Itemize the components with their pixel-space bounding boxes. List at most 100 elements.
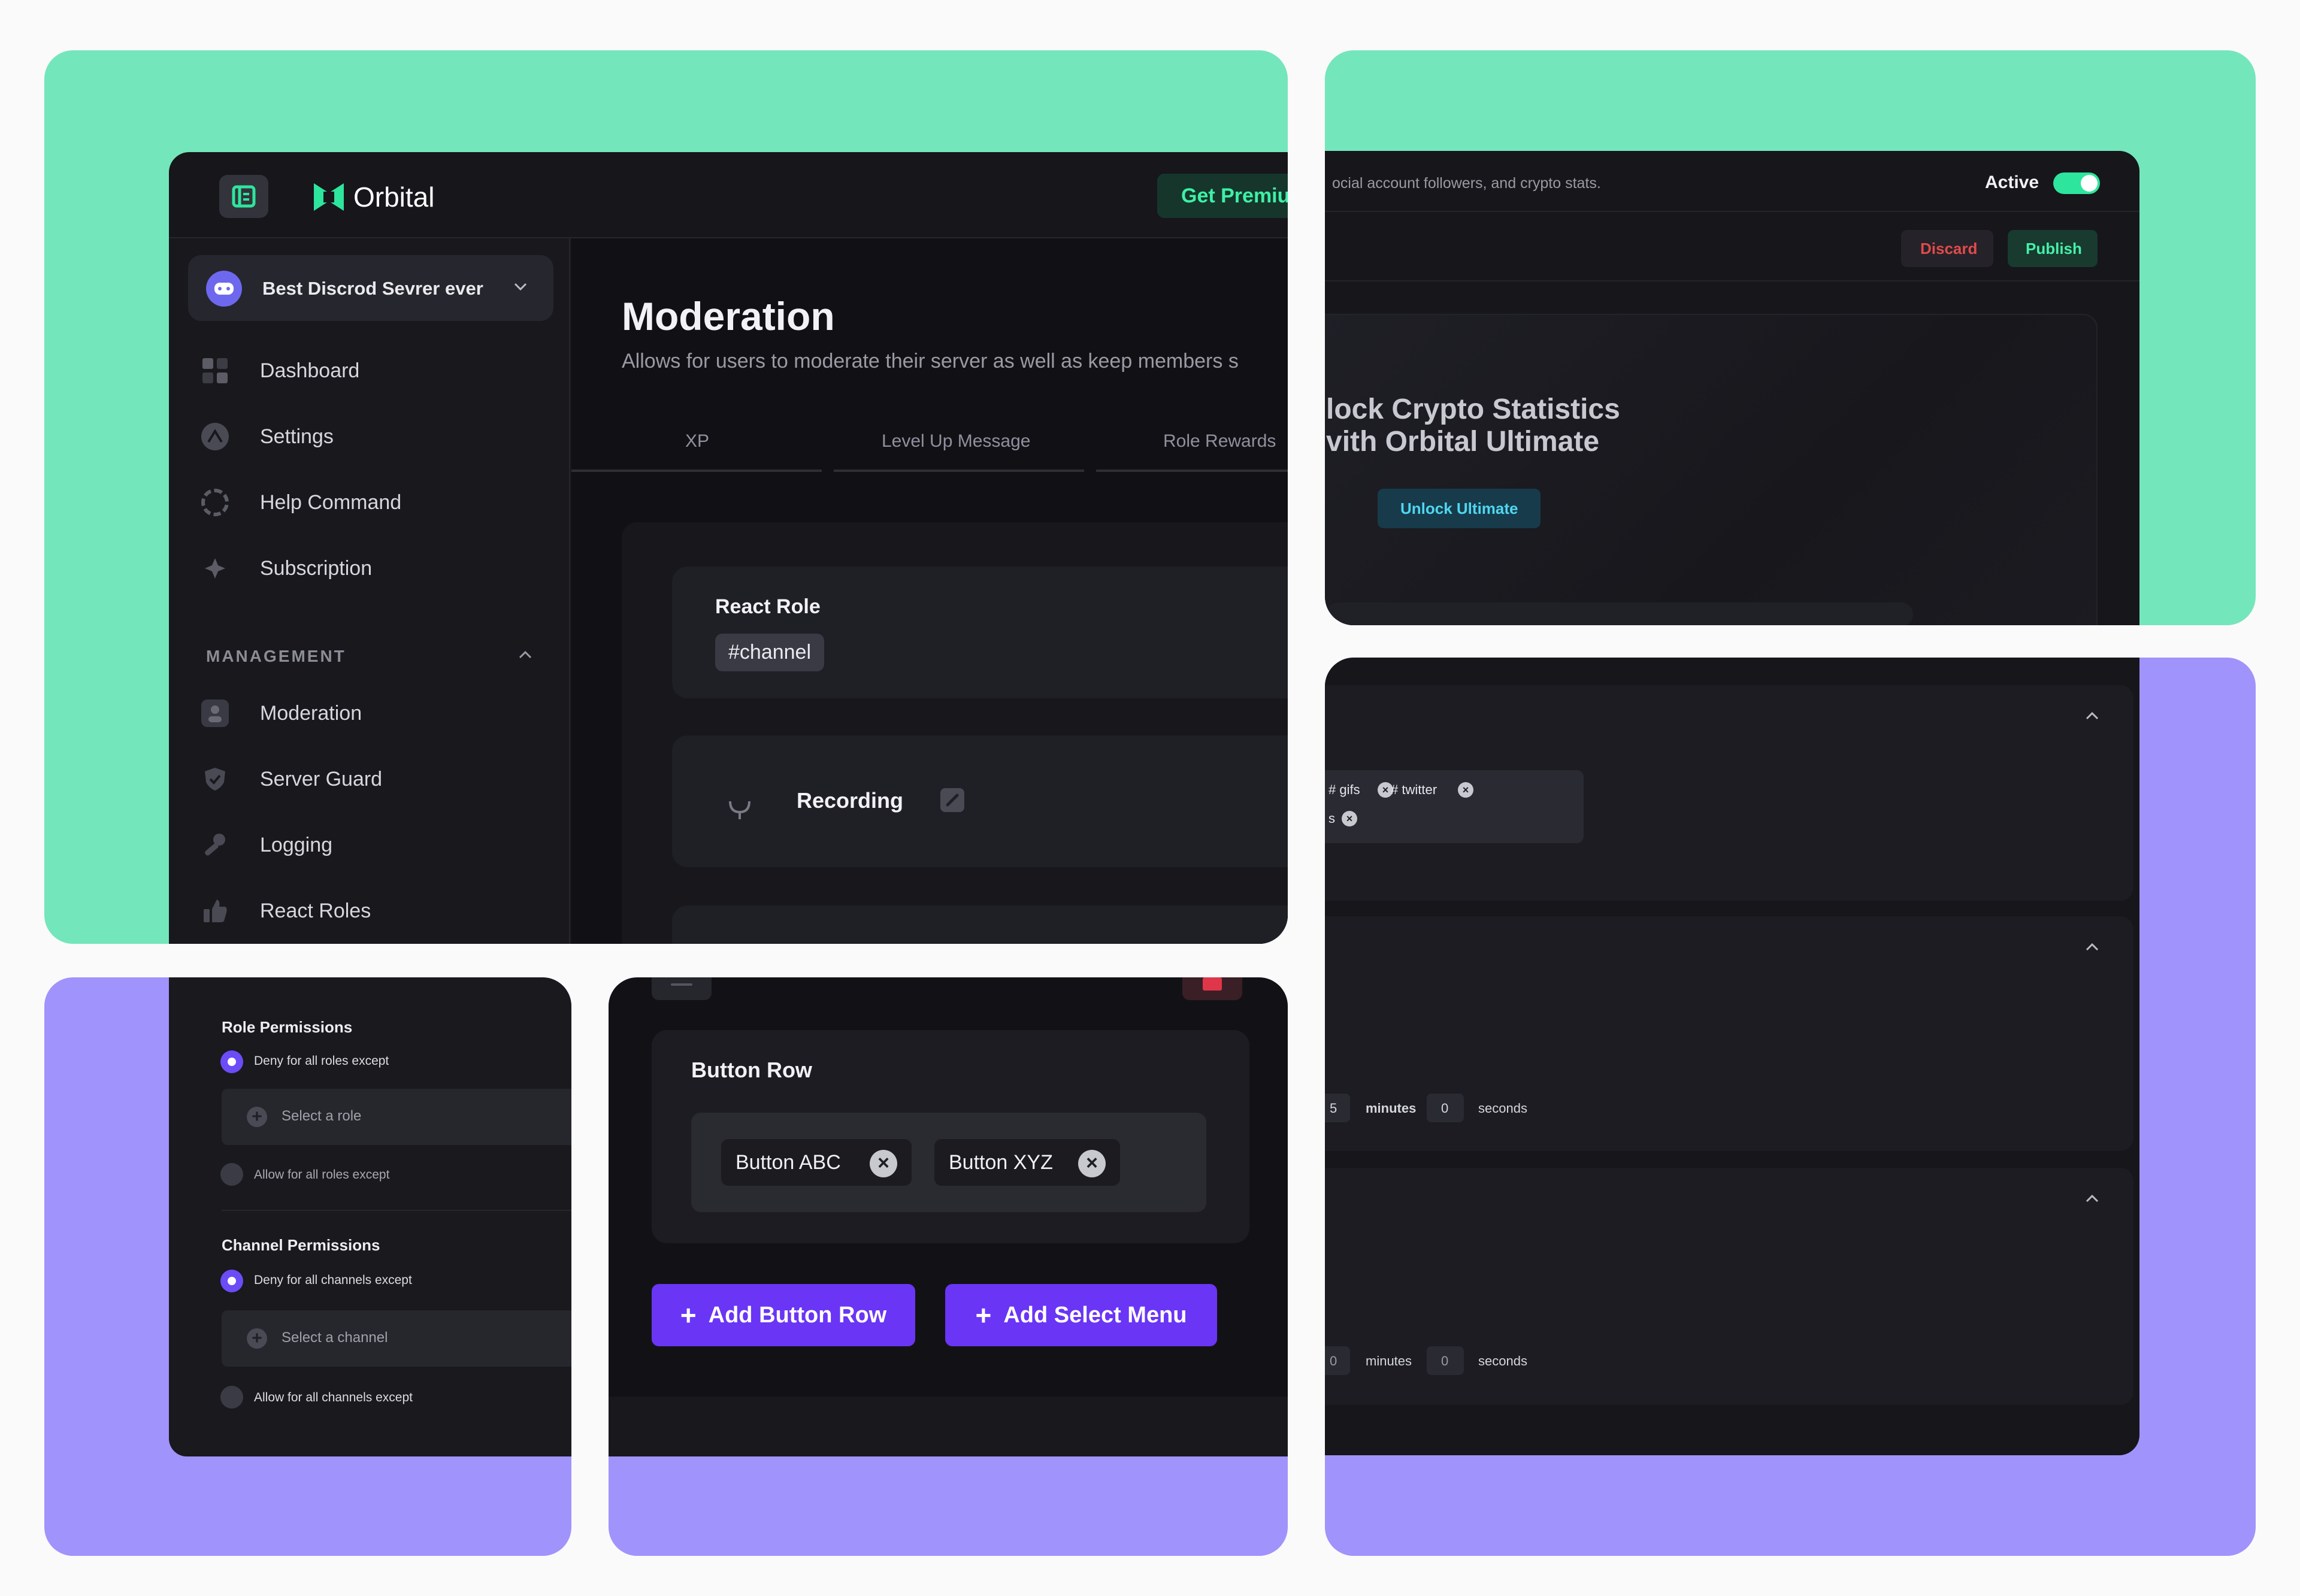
add-select-menu-button[interactable]: + Add Select Menu [945, 1284, 1217, 1346]
sidebar-item-help[interactable]: Help Command [193, 481, 546, 523]
footer-band [609, 1397, 1288, 1456]
link-icon[interactable] [940, 788, 964, 812]
sidebar-item-label: Help Command [260, 491, 402, 514]
chevron-up-icon[interactable] [2083, 707, 2101, 725]
minutes-input[interactable]: 0 [1325, 1346, 1350, 1375]
drag-handle[interactable] [652, 977, 712, 1000]
active-toggle[interactable] [2053, 172, 2100, 194]
sidebar-item-react-roles[interactable]: React Roles [193, 890, 546, 932]
button-chip-label: Button XYZ [949, 1151, 1053, 1174]
tab-xp[interactable]: XP [571, 418, 822, 472]
chevron-up-icon[interactable] [2083, 1189, 2101, 1207]
recording-card[interactable]: Recording [672, 735, 1288, 867]
minutes-label: minutes [1366, 1101, 1417, 1116]
discard-label: Discard [1920, 240, 1978, 258]
discard-button[interactable]: Discard [1901, 230, 1993, 267]
orbital-logo-icon [314, 183, 344, 211]
sidebar-item-subscription[interactable]: Subscription [193, 547, 546, 589]
thumbs-up-icon [201, 897, 229, 925]
button-row-title: Button Row [691, 1058, 812, 1082]
divider [1325, 280, 2139, 281]
sidebar-item-logging[interactable]: Logging [193, 824, 546, 866]
sidebar: Best Discrod Sevrer ever Dashboard Setti… [169, 238, 570, 944]
seconds-value: 0 [1441, 1101, 1449, 1116]
active-label: Active [1985, 172, 2039, 192]
next-card [672, 905, 1288, 944]
wrench-icon [201, 831, 229, 859]
chevron-down-icon [512, 278, 529, 296]
channel-deny-radio[interactable] [220, 1270, 243, 1292]
dashboard-window: Orbital Get Premium Best Discrod Sevrer … [169, 152, 1288, 944]
drag-bar [671, 983, 692, 986]
minutes-value: 5 [1330, 1101, 1337, 1116]
seconds-input[interactable]: 0 [1427, 1346, 1464, 1375]
role-allow-radio[interactable] [220, 1163, 243, 1186]
delete-button[interactable] [1182, 977, 1242, 1000]
button-row-card: Button Row Button ABC × Button XYZ × [652, 1030, 1249, 1243]
server-selector[interactable]: Best Discrod Sevrer ever [188, 255, 553, 321]
sidebar-item-label: Subscription [260, 557, 373, 580]
chevron-up-icon[interactable] [2083, 938, 2101, 956]
tag-box[interactable]: # gifs × # twitter × s × [1325, 770, 1584, 843]
button-chip-xyz[interactable]: Button XYZ × [934, 1139, 1120, 1186]
button-row-window: Button Row Button ABC × Button XYZ × + A… [609, 977, 1288, 1456]
publish-button[interactable]: Publish [2008, 230, 2098, 267]
channel-allow-radio[interactable] [220, 1386, 243, 1409]
dashboard-icon [201, 357, 229, 384]
button-row-tile: Button Row Button ABC × Button XYZ × + A… [609, 977, 1288, 1556]
menu-toggle-icon[interactable] [219, 175, 268, 218]
help-icon [201, 489, 229, 516]
add-button-row-button[interactable]: + Add Button Row [652, 1284, 915, 1346]
main-content: Moderation Allows for users to moderate … [571, 238, 1288, 944]
upsell-window: ocial account followers, and crypto stat… [1325, 151, 2139, 625]
button-chip-container: Button ABC × Button XYZ × [691, 1113, 1206, 1212]
channel-select[interactable]: + Select a channel [222, 1310, 571, 1367]
content-panel: React Role #channel Recording [622, 522, 1288, 944]
remove-tag-icon[interactable]: × [1342, 811, 1357, 826]
add-button-row-label: Add Button Row [708, 1302, 887, 1328]
chevron-up-icon[interactable] [516, 646, 534, 664]
minutes-input[interactable]: 5 [1325, 1094, 1350, 1122]
microphone-icon [725, 786, 755, 822]
timer-card-2: 0 minutes 0 seconds [1325, 1168, 2133, 1405]
tag-label: # twitter [1391, 782, 1438, 797]
management-section-title: MANAGEMENT [206, 647, 346, 665]
channel-permissions-title: Channel Permissions [222, 1236, 380, 1254]
sidebar-item-settings[interactable]: Settings [193, 416, 546, 458]
role-select[interactable]: + Select a role [222, 1089, 571, 1145]
preview-bar [1326, 602, 1913, 625]
permissions-tile: Role Permissions Deny for all roles exce… [44, 977, 571, 1556]
remove-tag-icon[interactable]: × [1458, 782, 1473, 798]
tab-role-rewards[interactable]: Role Rewards [1096, 418, 1288, 472]
channel-select-placeholder: Select a channel [282, 1330, 388, 1346]
react-role-card: React Role #channel [672, 567, 1288, 698]
seconds-input[interactable]: 0 [1427, 1094, 1464, 1122]
button-chip-abc[interactable]: Button ABC × [721, 1139, 912, 1186]
unlock-ultimate-label: Unlock Ultimate [1400, 499, 1518, 517]
sidebar-item-label: Settings [260, 425, 334, 448]
plus-icon: + [680, 1300, 697, 1331]
recording-label: Recording [797, 788, 904, 813]
sidebar-item-label: Moderation [260, 702, 362, 725]
tab-label: XP [685, 431, 710, 451]
role-deny-label: Deny for all roles except [254, 1054, 389, 1068]
seconds-value: 0 [1441, 1353, 1449, 1368]
sidebar-item-label: Server Guard [260, 768, 383, 791]
add-icon: + [247, 1328, 267, 1349]
remove-button-icon[interactable]: × [870, 1150, 897, 1177]
sidebar-item-server-guard[interactable]: Server Guard [193, 758, 546, 800]
sidebar-item-moderation[interactable]: Moderation [193, 692, 546, 734]
channel-tag[interactable]: #channel [715, 634, 825, 671]
get-premium-button[interactable]: Get Premium [1157, 174, 1288, 218]
role-allow-label: Allow for all roles except [254, 1168, 390, 1182]
role-permissions-title: Role Permissions [222, 1018, 353, 1036]
remove-button-icon[interactable]: × [1078, 1150, 1106, 1177]
sidebar-item-dashboard[interactable]: Dashboard [193, 350, 546, 392]
brand-name: Orbital [353, 181, 435, 213]
unlock-ultimate-button[interactable]: Unlock Ultimate [1378, 489, 1541, 528]
tab-level-up-message[interactable]: Level Up Message [834, 418, 1084, 472]
react-role-title: React Role [715, 595, 821, 618]
timer-card-1: 5 minutes 0 seconds [1325, 916, 2133, 1151]
role-deny-radio[interactable] [220, 1050, 243, 1073]
channel-allow-label: Allow for all channels except [254, 1391, 413, 1404]
